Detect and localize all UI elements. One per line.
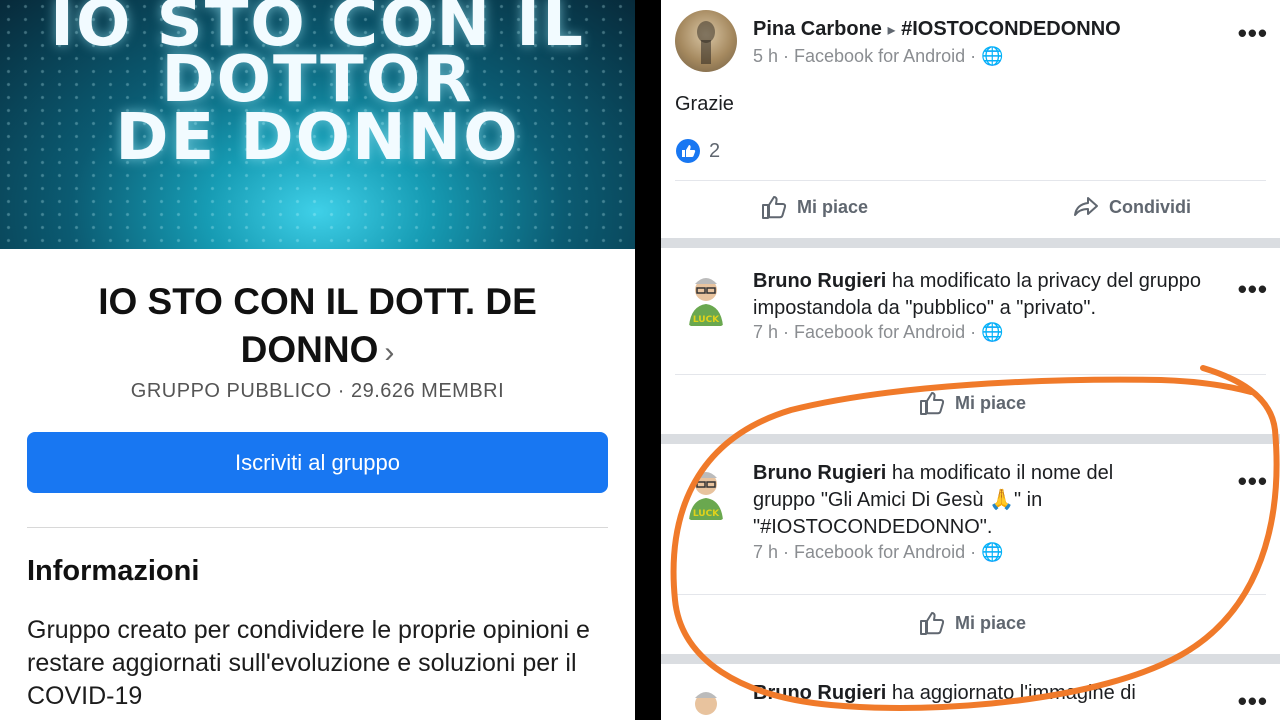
author-name[interactable]: Bruno Rugieri [753, 270, 886, 292]
globe-icon: 🌐 [981, 46, 1004, 66]
cover-line: DOTTOR [161, 43, 474, 117]
svg-text:LUCK: LUCK [693, 509, 720, 519]
post-meta: 7 h · Facebook for Android · 🌐 [753, 542, 1004, 563]
feed-post: Pina Carbone ▸ #IOSTOCONDEDONNO 5 h · Fa… [661, 0, 1280, 238]
person-icon [697, 21, 715, 64]
globe-icon: 🌐 [981, 322, 1004, 342]
author-name[interactable]: Bruno Rugieri [753, 462, 886, 484]
group-link[interactable]: #IOSTOCONDEDONNO [901, 18, 1121, 40]
post-meta-text: 7 h · Facebook for Android · [753, 542, 982, 562]
group-title[interactable]: IO STO CON IL DOTT. DE DONNO › [40, 278, 595, 377]
post-meta-text: 5 h · Facebook for Android · [753, 46, 982, 66]
group-cover-image: IO STO CON IL DOTTOR DE DONNO [0, 0, 635, 249]
thumbs-up-icon [762, 196, 787, 219]
cartoon-avatar-icon: LUCK [689, 278, 723, 326]
post-header: Pina Carbone ▸ #IOSTOCONDEDONNO [753, 16, 1121, 44]
cartoon-avatar-icon [695, 692, 717, 715]
group-meta: GRUPPO PUBBLICO · 29.626 MEMBRI [130, 380, 505, 402]
post-header: Bruno Rugieri ha aggiornato l'immagine d… [753, 680, 1223, 707]
more-options-icon[interactable]: ••• [1238, 466, 1268, 497]
info-heading: Informazioni [27, 555, 200, 587]
feed-panel: Pina Carbone ▸ #IOSTOCONDEDONNO 5 h · Fa… [661, 0, 1280, 720]
divider [675, 594, 1266, 595]
cartoon-avatar-icon: LUCK [689, 472, 723, 520]
more-options-icon[interactable]: ••• [1238, 274, 1268, 305]
like-button[interactable]: Mi piace [917, 388, 1026, 418]
avatar[interactable]: LUCK [675, 268, 737, 330]
like-label: Mi piace [955, 612, 1027, 633]
divider [675, 180, 1266, 181]
author-name[interactable]: Bruno Rugieri [753, 682, 886, 704]
thumbs-up-icon [920, 612, 945, 635]
arrow-icon: ▸ [887, 22, 896, 39]
post-separator [661, 434, 1280, 444]
avatar[interactable] [675, 10, 737, 72]
feed-post: Bruno Rugieri ha aggiornato l'immagine d… [661, 664, 1280, 720]
info-description: Gruppo creato per condividere le proprie… [27, 616, 590, 710]
more-options-icon[interactable]: ••• [1238, 686, 1268, 717]
divider [675, 374, 1266, 375]
group-panel: IO STO CON IL DOTTOR DE DONNO IO STO CON… [0, 0, 635, 720]
group-title-line: IO STO CON IL DOTT. DE [98, 281, 537, 322]
post-header: Bruno Rugieri ha modificato il nome del … [753, 460, 1173, 541]
cover-line: DE DONNO [115, 101, 520, 175]
post-meta: 5 h · Facebook for Android · 🌐 [753, 46, 1004, 67]
author-name[interactable]: Pina Carbone [753, 18, 882, 40]
post-text: ha aggiornato l'immagine di [886, 682, 1136, 704]
thumbs-up-icon [920, 392, 945, 415]
post-header: Bruno Rugieri ha modificato la privacy d… [753, 268, 1223, 322]
share-icon [1074, 197, 1098, 216]
chevron-right-icon[interactable]: › [384, 336, 394, 369]
post-separator [661, 654, 1280, 664]
like-label: Mi piace [955, 392, 1027, 413]
post-separator [661, 238, 1280, 248]
svg-text:LUCK: LUCK [693, 315, 720, 325]
like-button[interactable]: Mi piace [759, 192, 868, 222]
join-group-button[interactable]: Iscriviti al gruppo [27, 432, 608, 493]
post-meta: 7 h · Facebook for Android · 🌐 [753, 322, 1004, 343]
like-reaction-icon [676, 139, 700, 163]
feed-post: LUCK Bruno Rugieri ha modificato il nome… [661, 444, 1280, 654]
avatar[interactable] [675, 682, 737, 720]
post-meta-text: 7 h · Facebook for Android · [753, 322, 982, 342]
like-count: 2 [709, 139, 721, 162]
divider [27, 527, 608, 528]
share-button[interactable]: Condividi [1071, 192, 1191, 222]
like-label: Mi piace [797, 196, 869, 217]
feed-post: LUCK Bruno Rugieri ha modificato la priv… [661, 248, 1280, 434]
share-label: Condividi [1109, 196, 1191, 217]
avatar[interactable]: LUCK [675, 462, 737, 524]
more-options-icon[interactable]: ••• [1238, 18, 1268, 49]
post-text: Grazie [675, 93, 734, 115]
globe-icon: 🌐 [981, 542, 1004, 562]
reaction-summary[interactable]: 2 [675, 138, 720, 164]
like-button[interactable]: Mi piace [917, 608, 1026, 638]
group-title-line: DONNO [240, 329, 379, 370]
